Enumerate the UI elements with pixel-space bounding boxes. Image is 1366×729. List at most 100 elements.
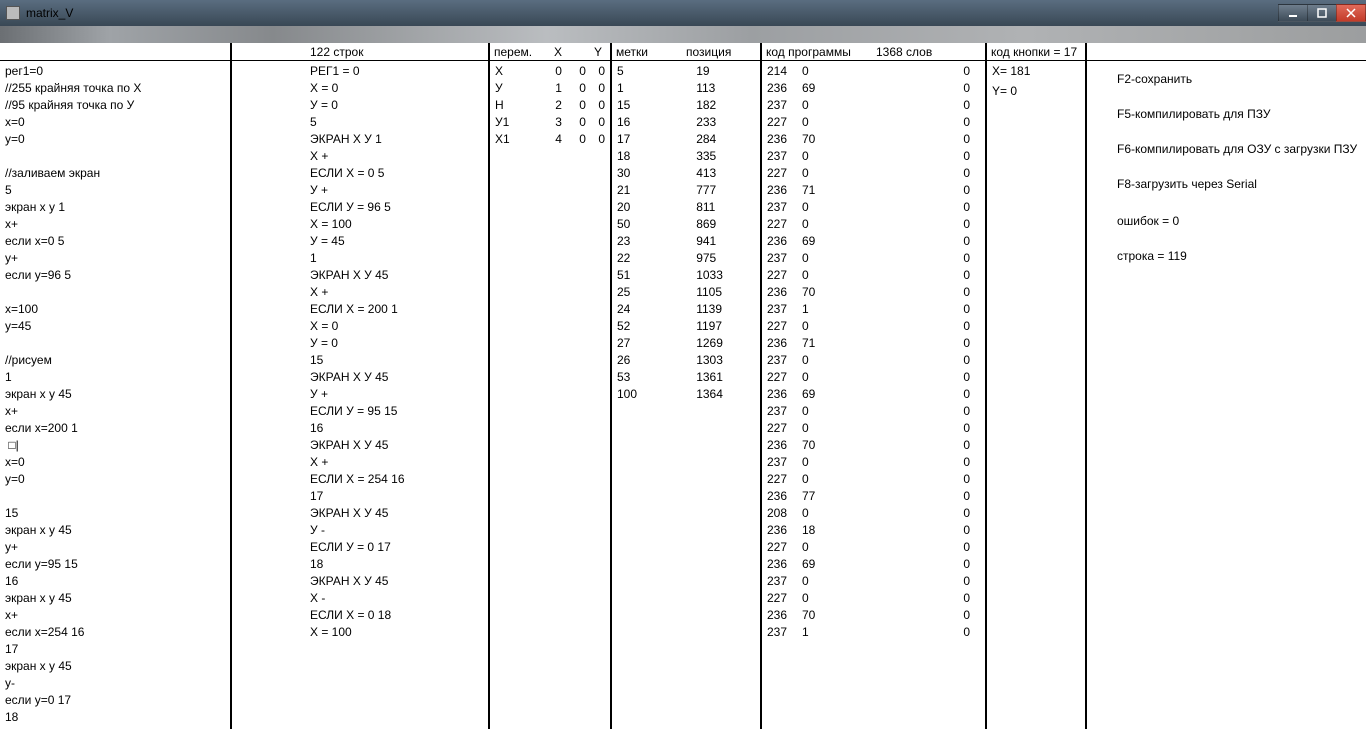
source-line[interactable]: 15: [5, 505, 225, 522]
parsed-line: Х -: [310, 590, 483, 607]
code-row: 236700: [767, 437, 980, 454]
code-c: 0: [830, 114, 980, 131]
maximize-button[interactable]: [1307, 4, 1337, 22]
help-column: F2-сохранить F5-компилировать для ПЗУ F6…: [1085, 43, 1366, 729]
code-row: 21400: [767, 63, 980, 80]
code-c: 0: [830, 250, 980, 267]
source-line[interactable]: рег1=0: [5, 63, 225, 80]
code-c: 0: [830, 284, 980, 301]
source-line[interactable]: 16: [5, 573, 225, 590]
code-c: 0: [830, 352, 980, 369]
source-line[interactable]: //95 крайняя точка по У: [5, 97, 225, 114]
code-b: 0: [802, 454, 830, 471]
code-c: 0: [830, 335, 980, 352]
label-pos: 1303: [656, 352, 755, 369]
label-id: 100: [617, 386, 656, 403]
source-line[interactable]: //заливаем экран: [5, 165, 225, 182]
source-line[interactable]: если у=95 15: [5, 556, 225, 573]
source-line[interactable]: у=0: [5, 471, 225, 488]
code-row: 22700: [767, 114, 980, 131]
source-line[interactable]: 18: [5, 709, 225, 726]
source-line[interactable]: //255 крайняя точка по Х: [5, 80, 225, 97]
source-line[interactable]: □|: [5, 437, 225, 454]
label-row: 1001364: [617, 386, 755, 403]
code-b: 0: [802, 505, 830, 522]
source-line[interactable]: экран х у 45: [5, 590, 225, 607]
source-line[interactable]: 1: [5, 369, 225, 386]
help-f2: F2-сохранить: [1117, 71, 1361, 88]
label-row: 20811: [617, 199, 755, 216]
source-line[interactable]: 5: [5, 182, 225, 199]
source-line[interactable]: [5, 488, 225, 505]
parsed-line: Х = 0: [310, 80, 483, 97]
source-line[interactable]: х+: [5, 403, 225, 420]
code-row: 22700: [767, 471, 980, 488]
code-row: 236690: [767, 233, 980, 250]
code-b: 0: [802, 352, 830, 369]
code-b: 70: [802, 607, 830, 624]
parsed-line: ЕСЛИ У = 0 17: [310, 539, 483, 556]
source-line[interactable]: у+: [5, 539, 225, 556]
source-line[interactable]: экран х у 1: [5, 199, 225, 216]
label-pos: 335: [656, 148, 755, 165]
label-row: 17284: [617, 131, 755, 148]
source-line[interactable]: экран х у 45: [5, 658, 225, 675]
label-id: 15: [617, 97, 656, 114]
source-line[interactable]: [5, 284, 225, 301]
source-line[interactable]: если у=96 5: [5, 267, 225, 284]
source-editor[interactable]: рег1=0//255 крайняя точка по Х//95 крайн…: [0, 61, 230, 729]
label-id: 5: [617, 63, 656, 80]
label-pos: 1269: [656, 335, 755, 352]
label-pos: 1361: [656, 369, 755, 386]
code-a: 236: [767, 233, 802, 250]
label-id: 26: [617, 352, 656, 369]
parsed-line: 18: [310, 556, 483, 573]
parsed-line: У = 45: [310, 233, 483, 250]
source-line[interactable]: у=0: [5, 131, 225, 148]
close-button[interactable]: [1336, 4, 1366, 22]
source-line[interactable]: если у=0 17: [5, 692, 225, 709]
source-line[interactable]: х=0: [5, 114, 225, 131]
code-a: 237: [767, 199, 802, 216]
source-line[interactable]: [5, 148, 225, 165]
code-row: 22700: [767, 590, 980, 607]
code-a: 236: [767, 80, 802, 97]
parsed-line: У = 0: [310, 335, 483, 352]
code-row: 22700: [767, 539, 980, 556]
source-line[interactable]: если х=0 5: [5, 233, 225, 250]
code-c: 0: [830, 131, 980, 148]
header-label: метки: [616, 45, 676, 59]
code-c: 0: [830, 437, 980, 454]
button-code-column: код кнопки = 17 X= 181 Y= 0: [985, 43, 1085, 729]
source-line[interactable]: экран х у 45: [5, 522, 225, 539]
code-a: 237: [767, 97, 802, 114]
source-line[interactable]: 17: [5, 641, 225, 658]
code-row: 236770: [767, 488, 980, 505]
source-line[interactable]: у-: [5, 675, 225, 692]
code-row: 22700: [767, 165, 980, 182]
window-title: matrix_V: [26, 6, 73, 20]
code-a: 236: [767, 556, 802, 573]
source-line[interactable]: [5, 335, 225, 352]
minimize-button[interactable]: [1278, 4, 1308, 22]
label-id: 1: [617, 80, 656, 97]
source-line[interactable]: если х=200 1: [5, 420, 225, 437]
var-name: Х1: [495, 131, 533, 148]
var-y: 0: [586, 114, 605, 131]
code-header: код программы 1368 слов: [762, 43, 985, 61]
source-line[interactable]: //рисуем: [5, 352, 225, 369]
source-line[interactable]: х=100: [5, 301, 225, 318]
source-line[interactable]: если х=254 16: [5, 624, 225, 641]
var-idx: 1: [533, 80, 562, 97]
source-line[interactable]: у=45: [5, 318, 225, 335]
source-line[interactable]: экран х у 45: [5, 386, 225, 403]
parsed-line: ЕСЛИ У = 95 15: [310, 403, 483, 420]
source-line[interactable]: х=0: [5, 454, 225, 471]
code-c: 0: [830, 488, 980, 505]
label-pos: 1105: [656, 284, 755, 301]
code-row: 236690: [767, 80, 980, 97]
source-line[interactable]: х+: [5, 607, 225, 624]
source-line[interactable]: х+: [5, 216, 225, 233]
code-row: 23700: [767, 199, 980, 216]
source-line[interactable]: у+: [5, 250, 225, 267]
